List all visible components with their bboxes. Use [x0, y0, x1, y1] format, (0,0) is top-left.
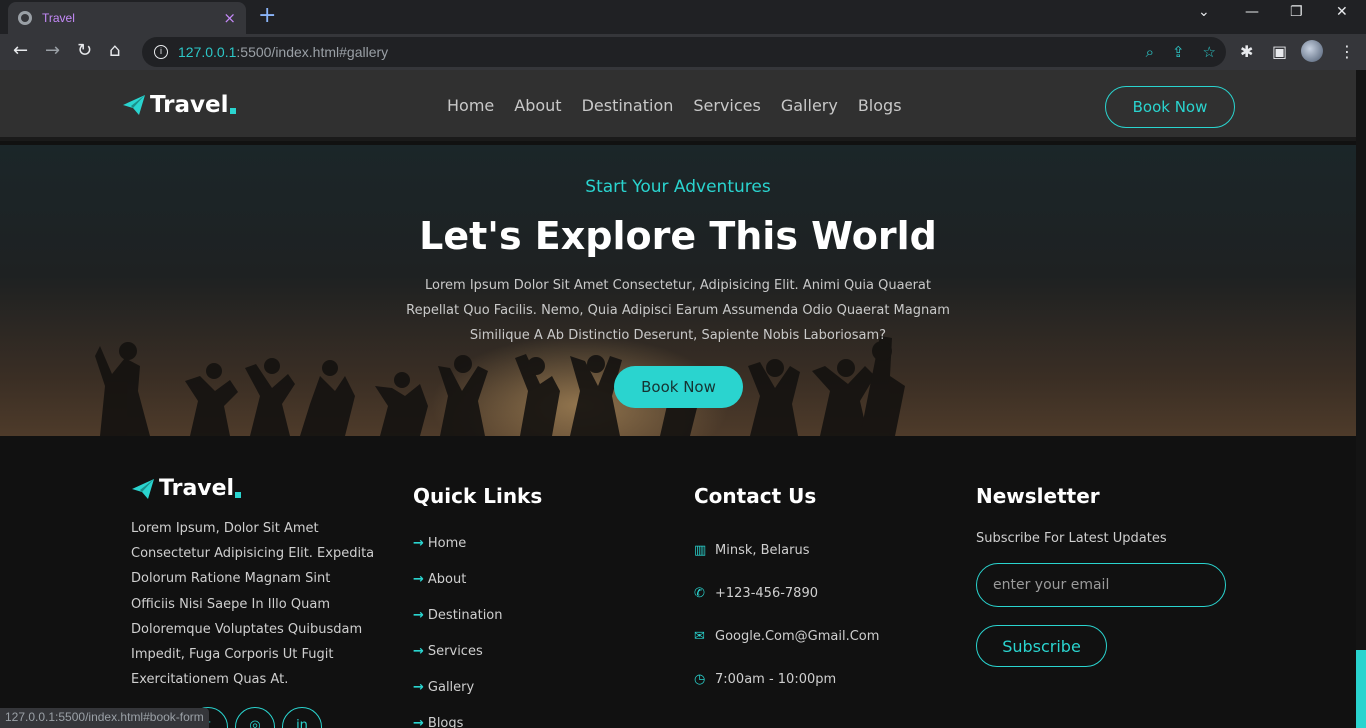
arrow-right-icon: →	[413, 607, 424, 623]
arrow-right-icon: →	[413, 679, 424, 695]
hero-section: Start Your Adventures Let's Explore This…	[0, 145, 1356, 436]
paper-plane-icon	[132, 478, 154, 499]
restore-icon[interactable]: ❐	[1290, 4, 1303, 20]
nav-services[interactable]: Services	[693, 96, 760, 115]
hero-title: Let's Explore This World	[419, 214, 937, 258]
footer-logo[interactable]: Travel	[131, 476, 242, 501]
nav-blogs[interactable]: Blogs	[858, 96, 902, 115]
quick-link-label: Services	[427, 643, 483, 659]
share-icon[interactable]: ⇪	[1172, 43, 1185, 61]
reload-icon[interactable]: ↻	[77, 41, 92, 61]
status-bar-url: 127.0.0.1:5500/index.html#book-form	[0, 708, 209, 728]
quick-link-label: Home	[427, 535, 467, 551]
window-close-icon[interactable]: ✕	[1336, 4, 1348, 20]
quick-link-services[interactable]: → Services	[413, 633, 503, 669]
quick-links-list: → Home → About → Destination → Services → Gal…	[413, 525, 503, 728]
url-host: 127.0.0.1	[178, 44, 237, 60]
new-tab-button[interactable]: +	[258, 5, 276, 27]
site-header: Travel Home About Destination Services G…	[0, 70, 1356, 141]
footer-about-text: Lorem Ipsum, Dolor Sit Amet Consectetur …	[131, 521, 375, 688]
quick-link-label: Destination	[427, 607, 503, 623]
newsletter-subtitle: Subscribe For Latest Updates	[976, 531, 1167, 546]
contact-email[interactable]: ✉ Google.Com@Gmail.Com	[694, 615, 879, 658]
quick-link-label: Gallery	[427, 679, 475, 695]
nav-destination[interactable]: Destination	[582, 96, 674, 115]
contact-phone[interactable]: ✆ +123-456-7890	[694, 572, 879, 615]
logo-text: Travel	[150, 92, 229, 118]
contact-hours: ◷ 7:00am - 10:00pm	[694, 658, 879, 701]
contact-heading: Contact Us	[694, 484, 817, 508]
browser-tab[interactable]: Travel ×	[8, 2, 246, 34]
quick-links-heading: Quick Links	[413, 484, 543, 508]
site-info-icon[interactable]: i	[154, 45, 168, 59]
newsletter-heading: Newsletter	[976, 484, 1100, 508]
menu-kebab-icon[interactable]: ⋮	[1339, 42, 1355, 61]
quick-link-blogs[interactable]: → Blogs	[413, 705, 503, 728]
subscribe-button[interactable]: Subscribe	[976, 625, 1107, 667]
hero-subtitle: Start Your Adventures	[585, 177, 771, 197]
newsletter-email-input[interactable]	[976, 563, 1226, 607]
contact-location: ▥ Minsk, Belarus	[694, 529, 879, 572]
tab-title: Travel	[42, 11, 75, 25]
header-book-now-button[interactable]: Book Now	[1105, 86, 1235, 128]
arrow-right-icon: →	[413, 571, 424, 587]
site-logo[interactable]: Travel	[122, 92, 236, 118]
quick-link-about[interactable]: → About	[413, 561, 503, 597]
contact-phone-text: +123-456-7890	[715, 586, 818, 601]
page-scrollbar[interactable]	[1356, 70, 1366, 728]
arrow-right-icon: →	[413, 643, 424, 659]
instagram-icon[interactable]: ◎	[235, 707, 275, 728]
paper-plane-icon	[123, 95, 145, 115]
profile-avatar[interactable]	[1301, 40, 1323, 62]
extensions-icon[interactable]: ✱	[1240, 42, 1253, 61]
footer-logo-dot	[235, 491, 242, 498]
logo-dot	[229, 108, 236, 114]
site-footer: Travel Lorem Ipsum, Dolor Sit Amet Conse…	[0, 436, 1356, 728]
home-icon[interactable]: ⌂	[109, 41, 120, 61]
nav-about[interactable]: About	[514, 96, 561, 115]
zoom-icon[interactable]: ⌕	[1146, 43, 1154, 61]
footer-logo-text: Travel	[159, 476, 235, 501]
hero-book-now-button[interactable]: Book Now	[614, 366, 743, 408]
linkedin-icon[interactable]: in	[282, 707, 322, 728]
clock-icon: ◷	[694, 672, 706, 687]
browser-toolbar: ← → ↻ ⌂ i 127.0.0.1 :5500/index.html#gal…	[0, 34, 1366, 70]
envelope-icon: ✉	[694, 629, 705, 644]
minimize-icon[interactable]: —	[1245, 4, 1259, 20]
nav-home[interactable]: Home	[447, 96, 494, 115]
address-bar[interactable]: i 127.0.0.1 :5500/index.html#gallery ⌕ ⇪…	[142, 37, 1226, 67]
contact-list: ▥ Minsk, Belarus ✆ +123-456-7890 ✉ Google.C…	[694, 529, 879, 701]
nav-gallery[interactable]: Gallery	[781, 96, 838, 115]
side-panel-icon[interactable]: ▣	[1272, 42, 1287, 61]
quick-link-label: Blogs	[427, 715, 464, 728]
quick-link-destination[interactable]: → Destination	[413, 597, 503, 633]
arrow-right-icon: →	[413, 535, 424, 551]
quick-link-home[interactable]: → Home	[413, 525, 503, 561]
contact-email-text: Google.Com@Gmail.Com	[715, 629, 880, 644]
contact-hours-text: 7:00am - 10:00pm	[715, 672, 837, 687]
back-icon[interactable]: ←	[13, 41, 28, 61]
main-nav: Home About Destination Services Gallery …	[447, 96, 902, 115]
bookmark-star-icon[interactable]: ☆	[1203, 43, 1216, 61]
tab-close-icon[interactable]: ×	[223, 9, 236, 27]
url-path: :5500/index.html#gallery	[236, 44, 389, 60]
forward-icon[interactable]: →	[45, 41, 60, 61]
phone-icon: ✆	[694, 586, 705, 601]
hero-description: Lorem Ipsum Dolor Sit Amet Consectetur, …	[406, 278, 950, 343]
page-viewport: Travel Home About Destination Services G…	[0, 70, 1356, 728]
quick-link-label: About	[427, 571, 467, 587]
globe-icon	[18, 11, 32, 25]
scrollbar-thumb[interactable]	[1356, 650, 1366, 728]
contact-location-text: Minsk, Belarus	[715, 543, 810, 558]
tab-search-icon[interactable]: ⌄	[1198, 4, 1210, 20]
quick-link-gallery[interactable]: → Gallery	[413, 669, 503, 705]
arrow-right-icon: →	[413, 715, 424, 728]
browser-tab-strip: Travel × + ⌄ — ❐ ✕	[0, 0, 1366, 34]
map-icon: ▥	[694, 543, 707, 558]
